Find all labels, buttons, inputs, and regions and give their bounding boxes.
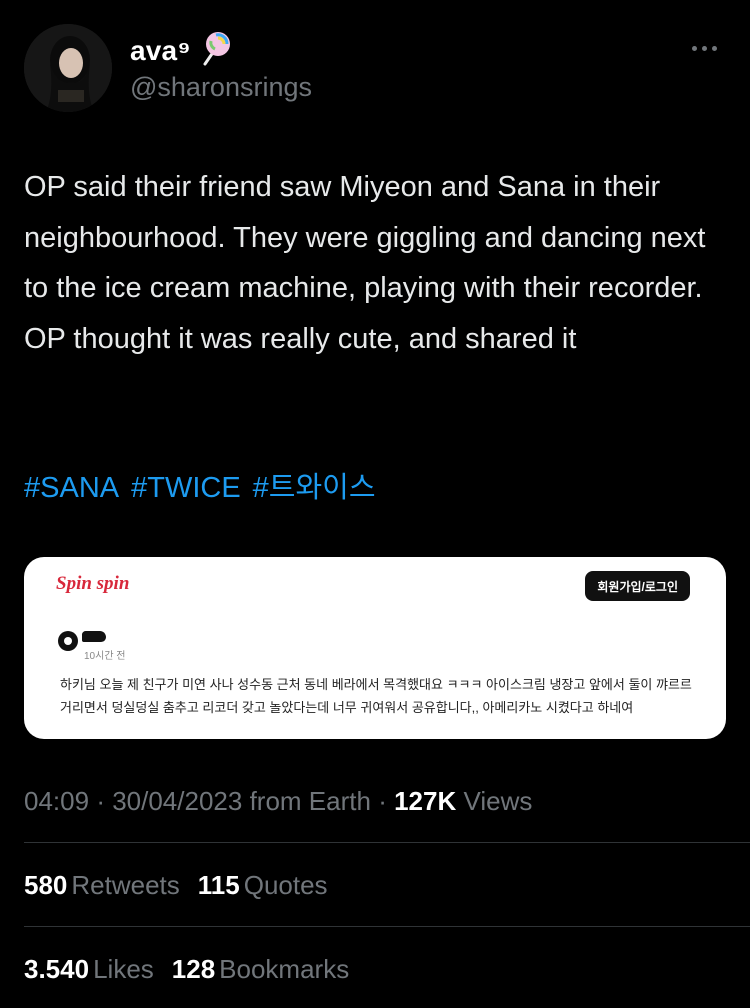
tweet-source: from Earth: [249, 786, 371, 816]
likes-stat[interactable]: 3.540 Likes: [24, 954, 154, 985]
views-label: Views: [463, 786, 533, 816]
bookmarks-count: 128: [171, 954, 216, 984]
post-text: 하키님 오늘 제 친구가 미연 사나 성수동 근처 동네 베라에서 목격했대요 …: [60, 677, 692, 715]
meta-separator: ·: [378, 786, 395, 816]
avatar-photo: [24, 24, 112, 112]
likes-label: Likes: [93, 954, 154, 984]
stats-row-2: 3.540 Likes 128 Bookmarks: [24, 954, 349, 985]
tweet-time[interactable]: 04:09: [24, 786, 89, 816]
post-author-name-redacted: [82, 631, 106, 642]
bookmarks-label: Bookmarks: [219, 954, 350, 984]
likes-count: 3.540: [24, 954, 90, 984]
divider: [24, 926, 750, 927]
retweets-stat[interactable]: 580 Retweets: [24, 870, 180, 901]
views-count: 127K: [394, 786, 457, 816]
retweets-label: Retweets: [71, 870, 180, 900]
user-handle[interactable]: @sharonsrings: [130, 72, 312, 103]
display-name[interactable]: ava⁹: [130, 35, 191, 67]
hashtag-twice-korean[interactable]: #트와이스: [253, 472, 376, 504]
tweet-text: OP said their friend saw Miyeon and Sana…: [24, 171, 706, 355]
hashtag-twice[interactable]: #TWICE: [131, 472, 241, 504]
quotes-stat[interactable]: 115 Quotes: [198, 870, 328, 901]
tweet-meta: 04:09 · 30/04/2023 from Earth · 127K Vie…: [24, 786, 532, 817]
quotes-label: Quotes: [243, 870, 328, 900]
retweets-count: 580: [24, 870, 68, 900]
tweet-date[interactable]: 30/04/2023: [112, 786, 242, 816]
post-author-avatar: [58, 631, 78, 651]
attached-image-card[interactable]: Spin spin 회원가입/로그인 10시간 전 하키님 오늘 제 친구가 미…: [24, 557, 726, 739]
post-time: 10시간 전: [84, 651, 126, 662]
hashtags: #SANA #TWICE #트와이스: [24, 466, 388, 510]
hashtag-sana[interactable]: #SANA: [24, 472, 119, 504]
more-options-icon[interactable]: [686, 38, 722, 58]
avatar[interactable]: [24, 24, 112, 112]
name-row: ava⁹: [130, 30, 233, 71]
stats-row-1: 580 Retweets 115 Quotes: [24, 870, 328, 901]
lollipop-icon: [199, 30, 233, 71]
spinspin-logo: Spin spin: [56, 573, 130, 594]
bookmarks-stat[interactable]: 128 Bookmarks: [172, 954, 349, 985]
divider: [24, 842, 750, 843]
signup-login-button: 회원가입/로그인: [585, 571, 690, 601]
meta-separator: ·: [96, 786, 113, 816]
quotes-count: 115: [197, 870, 240, 900]
